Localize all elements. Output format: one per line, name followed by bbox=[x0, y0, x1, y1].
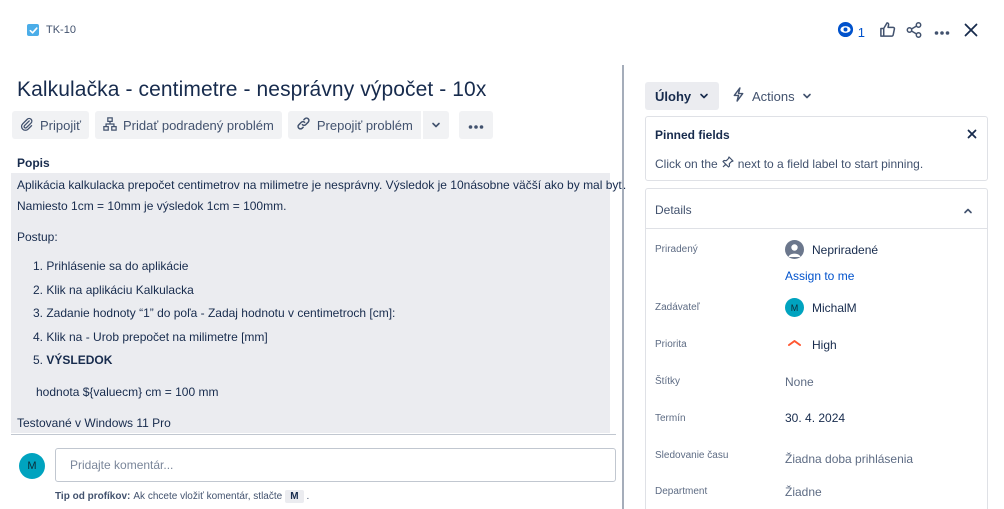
time-tracking-label: Sledovanie času bbox=[655, 450, 729, 461]
time-tracking-value[interactable]: Žiadna doba prihlásenia bbox=[785, 452, 913, 466]
actions-dropdown[interactable]: Actions bbox=[726, 82, 818, 110]
link-icon bbox=[296, 116, 311, 134]
checkbox-icon bbox=[27, 24, 39, 36]
watch-button[interactable]: 1 bbox=[837, 20, 865, 44]
pinned-hint-end: next to a field label to start pinning. bbox=[737, 156, 924, 171]
close-button[interactable] bbox=[964, 20, 978, 44]
reporter-value: MichalM bbox=[812, 300, 857, 315]
chevron-up-icon[interactable] bbox=[963, 203, 973, 221]
actions-label: Actions bbox=[752, 88, 795, 104]
due-date-label: Termín bbox=[655, 413, 686, 424]
more-actions-button[interactable] bbox=[934, 20, 950, 44]
assign-to-me-link[interactable]: Assign to me bbox=[785, 269, 854, 283]
issue-header: TK-10 1 bbox=[0, 0, 1004, 62]
list-item: 2. Klik na aplikáciu Kalkulacka bbox=[33, 282, 194, 297]
details-header[interactable]: Details bbox=[646, 189, 987, 229]
share-icon bbox=[906, 21, 922, 43]
tip-text: Ak chcete vložiť komentár, stlačte bbox=[133, 491, 283, 502]
reporter-field[interactable]: M MichalM bbox=[785, 298, 857, 317]
issue-title[interactable]: Kalkulačka - centimetre - nesprávny výpo… bbox=[17, 78, 486, 102]
status-dropdown[interactable]: Úlohy bbox=[645, 82, 720, 110]
pinned-fields-title: Pinned fields bbox=[655, 128, 730, 142]
steps-list: 1. Prihlásenie sa do aplikácie 2. Klik n… bbox=[33, 259, 395, 377]
description-text: Aplikácia kalkulacka prepočet centimetro… bbox=[17, 178, 627, 192]
more-icon bbox=[934, 23, 950, 41]
toolbar-more-button[interactable] bbox=[458, 111, 493, 139]
close-icon bbox=[967, 126, 977, 143]
description-heading: Popis bbox=[17, 156, 50, 170]
link-issue-dropdown[interactable] bbox=[421, 111, 449, 139]
issue-key-breadcrumb[interactable]: TK-10 bbox=[27, 24, 76, 36]
eye-icon bbox=[837, 21, 854, 43]
avatar: M bbox=[19, 453, 45, 479]
list-item-number: 5. bbox=[33, 353, 44, 367]
tip-label: Tip od profíkov: bbox=[55, 491, 131, 502]
department-label: Department bbox=[655, 486, 708, 497]
unassigned-avatar-icon bbox=[785, 240, 804, 259]
tip-end: . bbox=[306, 491, 310, 502]
list-item: 5. VÝSLEDOK bbox=[33, 353, 395, 377]
pin-icon bbox=[722, 156, 734, 171]
keyboard-shortcut: M bbox=[285, 490, 304, 503]
chevron-down-icon bbox=[699, 89, 709, 104]
details-title: Details bbox=[655, 203, 692, 217]
header-actions: 1 bbox=[827, 20, 978, 44]
subtask-hierarchy-icon bbox=[103, 116, 117, 134]
add-subtask-label: Pridať podradený problém bbox=[123, 117, 274, 133]
attach-label: Pripojiť bbox=[40, 117, 81, 133]
link-issue-button[interactable]: Prepojiť problém bbox=[287, 111, 421, 139]
priority-label: Priorita bbox=[655, 339, 687, 350]
column-divider[interactable] bbox=[622, 65, 624, 509]
labels-label: Štítky bbox=[655, 376, 681, 387]
pinned-close-button[interactable] bbox=[967, 126, 977, 144]
issue-side-panel: Úlohy Actions Pinned fields Click on the… bbox=[644, 62, 989, 509]
pinned-fields-hint: Click on the next to a field label to st… bbox=[655, 156, 923, 171]
priority-high-icon bbox=[785, 337, 804, 352]
assignee-field[interactable]: Nepriradené bbox=[785, 240, 878, 259]
lightning-icon bbox=[732, 87, 745, 105]
assignee-value: Nepriradené bbox=[812, 242, 879, 257]
department-value[interactable]: Žiadne bbox=[785, 485, 822, 499]
result-text: hodnota ${valuecm} cm = 100 mm bbox=[36, 385, 219, 399]
chevron-down-icon bbox=[802, 89, 812, 104]
issue-key[interactable]: TK-10 bbox=[46, 24, 76, 36]
details-panel: Details Priradený Nepriradené Assign to … bbox=[645, 188, 988, 509]
list-item: 1. Prihlásenie sa do aplikácie bbox=[33, 259, 189, 273]
avatar: M bbox=[785, 298, 804, 317]
description-field[interactable]: Aplikácia kalkulacka prepočet centimetro… bbox=[11, 173, 626, 433]
list-item-label: VÝSLEDOK bbox=[46, 353, 113, 367]
priority-field[interactable]: High bbox=[785, 337, 837, 352]
vote-button[interactable] bbox=[879, 20, 896, 44]
assignee-label: Priradený bbox=[655, 244, 698, 255]
priority-value: High bbox=[812, 337, 837, 352]
more-icon bbox=[468, 118, 484, 133]
status-label: Úlohy bbox=[655, 88, 692, 104]
watch-count: 1 bbox=[857, 24, 865, 40]
issue-main-panel: Kalkulačka - centimetre - nesprávny výpo… bbox=[0, 62, 626, 509]
description-text: Postup: bbox=[17, 230, 58, 244]
reporter-label: Zadávateľ bbox=[655, 302, 700, 313]
divider bbox=[11, 434, 616, 435]
list-item: 4. Klik na - Urob prepočet na milimetre … bbox=[33, 329, 268, 344]
description-text: Testované v Windows 11 Pro bbox=[17, 416, 171, 430]
share-button[interactable] bbox=[906, 20, 922, 44]
comment-input[interactable] bbox=[55, 448, 616, 482]
pinned-hint-start: Click on the bbox=[655, 156, 718, 171]
add-subtask-button[interactable]: Pridať podradený problém bbox=[95, 111, 282, 139]
list-item: 3. Zadanie hodnoty “1” do poľa - Zadaj h… bbox=[33, 306, 396, 320]
issue-toolbar: Pripojiť Pridať podradený problém Prepoj… bbox=[12, 111, 493, 139]
chevron-down-icon bbox=[431, 118, 441, 133]
link-issue-label: Prepojiť problém bbox=[316, 117, 413, 133]
attach-button[interactable]: Pripojiť bbox=[12, 111, 89, 139]
due-date-value[interactable]: 30. 4. 2024 bbox=[785, 411, 845, 425]
paperclip-icon bbox=[20, 117, 34, 134]
close-icon bbox=[964, 23, 978, 42]
pinned-fields-panel: Pinned fields Click on the next to a fie… bbox=[645, 116, 988, 181]
labels-value[interactable]: None bbox=[785, 375, 814, 389]
thumbs-up-icon bbox=[879, 21, 896, 43]
description-text: Namiesto 1cm = 10mm je výsledok 1cm = 10… bbox=[17, 199, 287, 213]
comment-tip: Tip od profíkov: Ak chcete vložiť koment… bbox=[55, 490, 309, 503]
